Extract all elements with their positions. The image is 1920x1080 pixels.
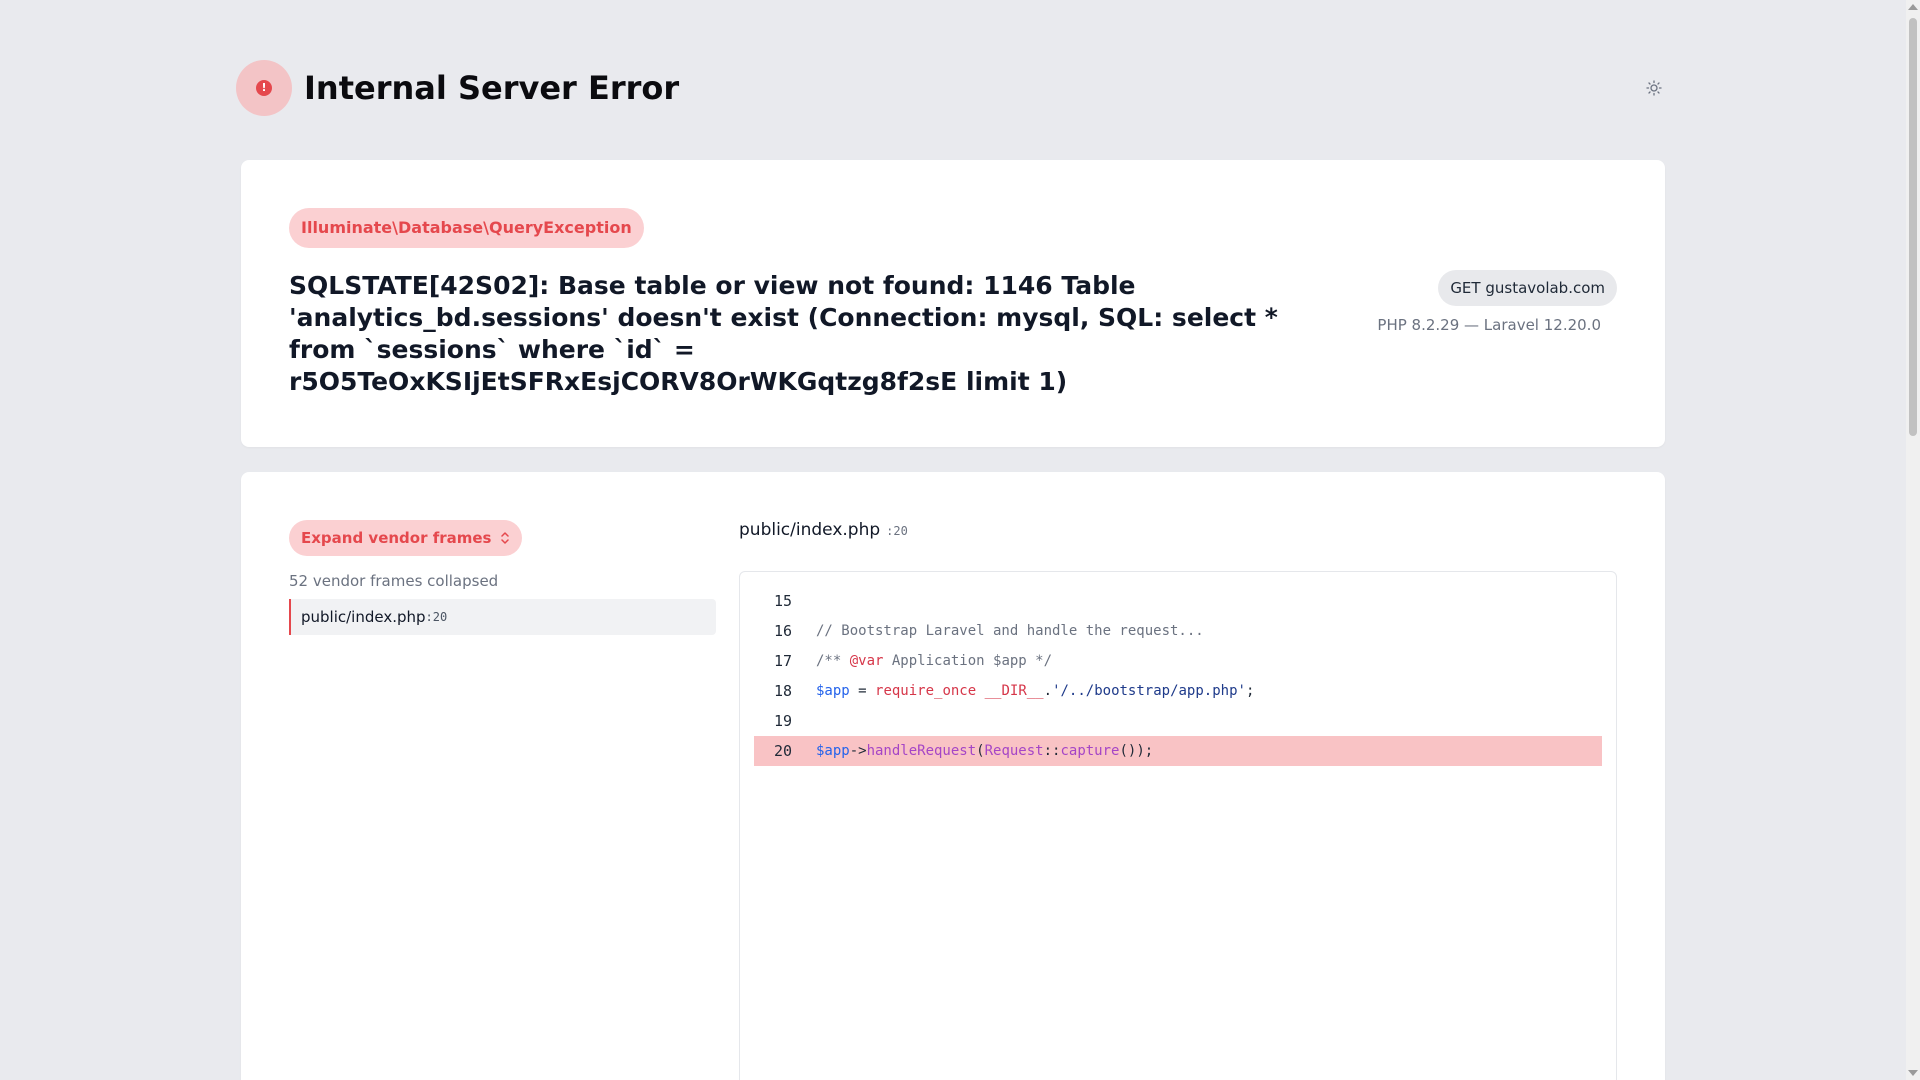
exception-message: SQLSTATE[42S02]: Base table or view not …	[289, 271, 1278, 396]
version-info: PHP 8.2.29 — Laravel 12.20.0	[1377, 316, 1601, 334]
expand-button-label: Expand vendor frames	[301, 529, 492, 547]
code-line: 16 // Bootstrap Laravel and handle the r…	[754, 616, 1602, 646]
scroll-down-icon[interactable]	[1908, 1070, 1918, 1076]
code-line: 15	[754, 586, 1602, 616]
code-file-header: public/index.php :20	[739, 520, 908, 540]
line-number: 20	[773, 742, 792, 760]
code-snippet: 15 16 // Bootstrap Laravel and handle th…	[739, 571, 1617, 1080]
code-text: $app = require_once __DIR__.'/../bootstr…	[816, 683, 1255, 699]
line-number: 19	[773, 712, 792, 730]
stack-frame-item[interactable]: public/index.php :20	[289, 599, 716, 635]
scroll-up-icon[interactable]	[1908, 4, 1918, 10]
stack-trace-card: Expand vendor frames 52 vendor frames co…	[241, 472, 1665, 1080]
code-file-line: :20	[886, 524, 908, 538]
code-line-highlighted: 20 $app->handleRequest(Request::capture(…	[754, 736, 1602, 766]
line-number: 15	[773, 592, 792, 610]
line-number: 17	[773, 652, 792, 670]
code-file-name: public/index.php	[739, 520, 881, 540]
code-line: 17 /** @var Application $app */	[754, 646, 1602, 676]
vendor-frames-collapsed-note: 52 vendor frames collapsed	[289, 572, 499, 590]
exception-class-badge: Illuminate\Database\QueryException	[289, 208, 644, 248]
line-number: 18	[773, 682, 792, 700]
frame-file: public/index.php	[301, 608, 426, 626]
exclamation-circle-icon: !	[256, 80, 272, 96]
expand-vendor-frames-button[interactable]: Expand vendor frames	[289, 520, 522, 556]
exception-card: Illuminate\Database\QueryException SQLST…	[241, 160, 1665, 447]
chevron-up-down-icon	[500, 532, 509, 544]
scroll-thumb[interactable]	[1909, 18, 1917, 436]
line-number: 16	[773, 622, 792, 640]
sun-icon	[1646, 80, 1662, 96]
code-lines: 15 16 // Bootstrap Laravel and handle th…	[754, 586, 1602, 766]
theme-toggle-button[interactable]	[1642, 76, 1666, 100]
code-line: 18 $app = require_once __DIR__.'/../boot…	[754, 676, 1602, 706]
frame-line: :20	[425, 610, 448, 624]
code-line: 19	[754, 706, 1602, 736]
code-text: $app->handleRequest(Request::capture());	[816, 743, 1154, 759]
page-header: ! Internal Server Error	[236, 60, 1666, 116]
code-text: /** @var Application $app */	[816, 653, 1053, 669]
code-text: // Bootstrap Laravel and handle the requ…	[816, 623, 1204, 639]
page-scrollbar[interactable]	[1906, 0, 1920, 1080]
request-badge: GET gustavolab.com	[1438, 270, 1617, 306]
error-icon-badge: !	[236, 60, 292, 116]
page-title: Internal Server Error	[304, 69, 680, 107]
